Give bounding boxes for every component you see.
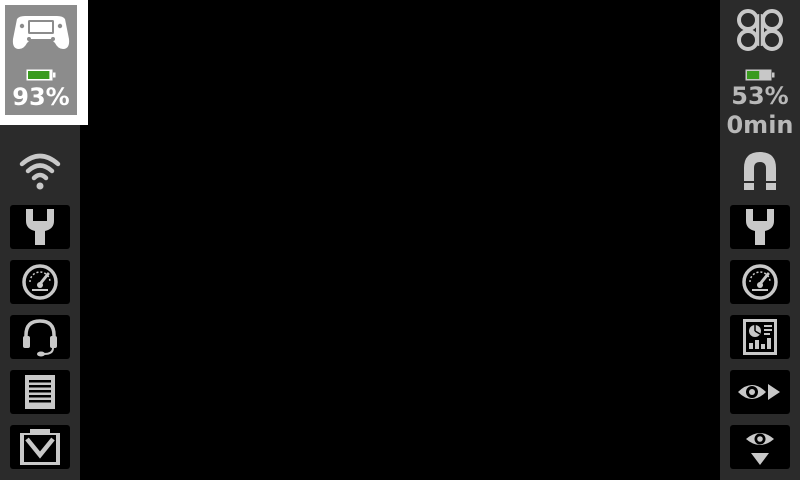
right-sidebar: 53% 0min [720,0,800,480]
telemetry-dashboard-button[interactable] [730,315,790,359]
drone-battery-icon [745,66,775,81]
drone-speedometer-button[interactable] [730,260,790,304]
headset-icon [23,319,57,357]
log-document-button[interactable] [10,370,70,414]
controller-battery-percent: 93% [12,83,70,111]
main-view-area[interactable] [88,0,720,480]
telemetry-dashboard-icon [743,319,777,355]
eye-forward-icon [738,384,780,400]
collapse-down-button[interactable] [10,425,70,469]
wrench-icon [746,209,774,245]
settings-wrench-button[interactable] [10,205,70,249]
speedometer-icon [22,264,58,300]
speedometer-button[interactable] [10,260,70,304]
screen: 93% 53% 0min [0,0,800,480]
gamepad-icon [11,13,71,53]
controller-battery-icon [26,66,56,81]
collapse-down-icon [20,429,60,465]
eye-down-icon [746,433,774,465]
document-icon [25,375,55,409]
magnet-icon[interactable] [730,148,790,192]
wrench-icon [26,209,54,245]
controller-status-card[interactable]: 93% [0,0,88,125]
drone-status[interactable]: 53% 0min [720,0,800,140]
headset-button[interactable] [10,315,70,359]
drone-settings-wrench-button[interactable] [730,205,790,249]
speedometer-icon [742,264,778,300]
quadcopter-icon [736,8,784,52]
wifi-icon[interactable] [10,148,70,192]
drone-battery-percent: 53% [731,82,789,110]
view-forward-button[interactable] [730,370,790,414]
drone-flight-time: 0min [726,111,794,139]
view-down-button[interactable] [730,425,790,469]
left-sidebar: 93% [0,0,88,480]
controller-status-inner: 93% [5,5,77,115]
